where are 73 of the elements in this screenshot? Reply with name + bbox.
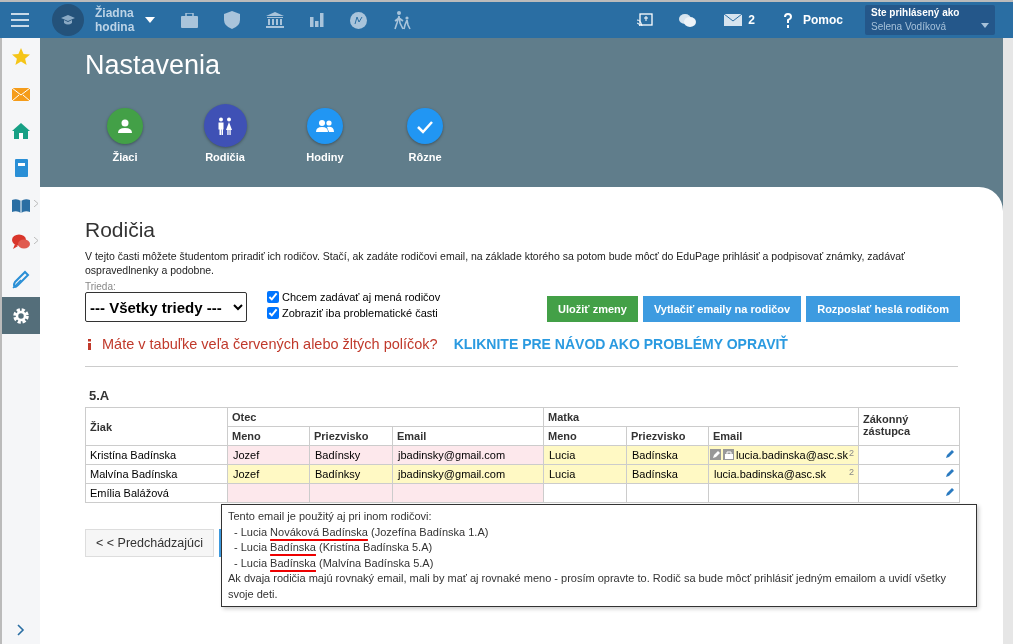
table-cell: Kristína Badínska [85,445,228,465]
cell-value: Lucia [549,468,576,480]
lock-icon[interactable] [723,449,734,460]
caret-icon [981,23,989,28]
class-dropdown[interactable]: --- Všetky triedy --- [85,292,247,322]
tooltip-note: Ak dvaja rodičia majú rovnaký email, mali by mať aj rovnaké meno - prosím opravte to. Rodič sa bude môcť prihlásiť jedným emailom a uvidí všetky svoje deti. [228,571,947,602]
compass-icon[interactable] [350,11,367,29]
chat-icon[interactable] [679,12,697,28]
lesson-selector[interactable]: Žiadna hodina [95,6,139,34]
tooltip-line: - Lucia Badínska (Kristína Badínska 5.A) [233,540,434,555]
cell-value: jbadinsky@gmail.com [398,449,506,461]
column-header: Meno [227,426,310,446]
gear-icon [11,305,31,326]
page-title: Nastavenia [85,50,222,81]
walking-people-icon[interactable] [393,10,411,30]
user-menu[interactable]: Ste prihlásený ako Selena Vodíková [865,5,995,35]
cell-value: jbadinsky@gmail.com [398,468,506,480]
cell-value: Lucia [549,449,576,461]
class-heading: 5.A [89,388,111,403]
count: 2 [849,467,854,477]
tooltip-line: - Lucia Nováková Badínska (Jozefína Badínska 1.A) [233,524,490,540]
cell-value: Badínska [632,449,678,461]
cell-value: Badínska [632,468,678,480]
mail-icon[interactable] [724,14,743,26]
class-label: Trieda: [85,281,117,292]
cell-value: lucia.badinska@asc.sk [736,449,849,461]
column-header: Žiak [85,407,228,446]
table-cell: Malvína Badínska [85,464,228,484]
column-header: Priezvisko [309,426,393,446]
count: 2 [849,448,854,458]
tooltip-heading: Tento email je použitý aj pri inom rodičovi: [228,509,433,524]
cell-value: Jozef [233,449,260,461]
cell-value: lucia.badinska@asc.sk [714,468,827,480]
shield-icon[interactable] [224,11,240,29]
cell-value: Badínksy [315,468,361,480]
section-tab[interactable]: Hodiny [275,108,375,163]
column-header: Meno [543,426,627,446]
bank-icon[interactable] [266,12,284,28]
menu-icon[interactable] [11,13,29,27]
checkbox[interactable] [267,290,279,303]
help-link[interactable]: Pomoc [783,12,843,28]
expand-icon[interactable] [17,624,25,636]
mail-count: 2 [748,13,755,27]
column-header: Matka [543,407,859,427]
warning-text: Máte v tabuľke veľa červených alebo žltých políčok? [102,336,438,352]
home-icon [11,120,31,141]
pen-icon [11,268,31,289]
info-icon [88,338,92,350]
edit-icon[interactable] [710,449,721,460]
caret-icon[interactable] [145,17,155,23]
card-title: Rodičia [85,218,157,242]
section-tab[interactable]: Žiaci [75,108,175,163]
table-cell: Emília Balážová [85,483,228,503]
column-header: Email [392,426,544,446]
checkbox-label: Zobraziť iba problematické časti [282,306,438,319]
star-icon [11,46,31,67]
cell-value: Badínsky [315,449,361,461]
cast-icon[interactable] [637,13,654,27]
previous-button[interactable]: < < Predchádzajúci [85,529,214,557]
question-icon [783,12,793,28]
section-tab[interactable]: Rôzne [375,108,475,163]
description: V tejto časti môžete študentom priradiť ich rodičov. Stačí, ak zadáte rodičovi email, na základe ktorého sa potom bude môcť do EduPage prihlásiť a podpisovať známky, zadávať ospravedlnenky a podobne. [85,249,907,277]
checkbox-label: Chcem zadávať aj mená rodičov [282,290,441,303]
class-avatar[interactable] [52,4,84,36]
sidebar-item[interactable] [2,297,40,334]
checkbox[interactable] [267,306,279,319]
cell-value: Jozef [233,468,260,480]
column-header: Priezvisko [626,426,709,446]
column-header: Zákonný zástupca [858,407,960,446]
bar-chart-icon[interactable] [310,13,324,27]
briefcase-icon[interactable] [181,12,198,28]
tooltip-line: - Lucia Badínska (Malvína Badínska 5.A) [233,555,435,571]
column-header: Otec [227,407,544,427]
